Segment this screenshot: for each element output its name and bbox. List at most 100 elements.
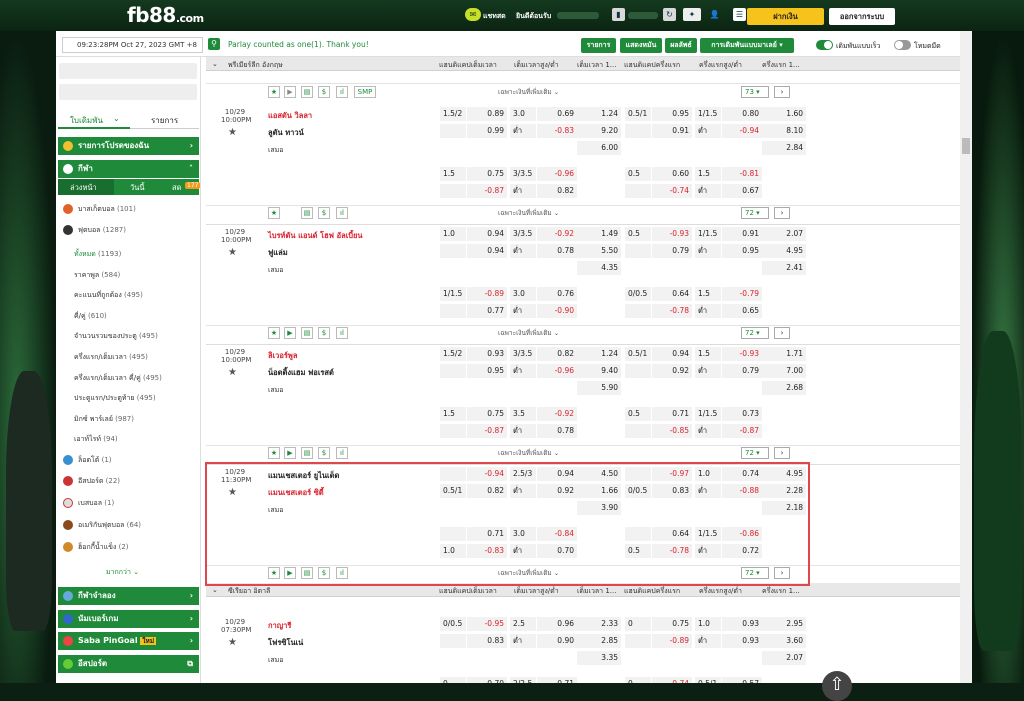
favorite-star-icon[interactable]: ★ xyxy=(228,127,237,138)
sidebar-sub-all[interactable]: ทั้งหมด (1193) xyxy=(74,249,121,260)
stats-icon[interactable]: ▤ xyxy=(301,207,313,219)
sidebar-item-football[interactable]: ฟุตบอล (1287) xyxy=(58,220,199,240)
odds-cell[interactable]: 1.0 xyxy=(440,227,466,241)
odds-cell[interactable]: 1.49 xyxy=(577,227,621,241)
collapse-icon[interactable]: ⌄ xyxy=(212,586,218,594)
sidebar-sub-total-goals[interactable]: จำนวนรวมของประตู (495) xyxy=(74,331,158,342)
fb88-logo[interactable]: fb88.com xyxy=(127,3,204,27)
more-sports-link[interactable]: มากกว่า ⌄ xyxy=(106,567,139,578)
odds-cell[interactable]: 0.65 xyxy=(722,304,762,318)
league-name[interactable]: พรีเมียร์ลีก อังกฤษ xyxy=(228,60,283,71)
quick-bet-toggle[interactable] xyxy=(816,40,833,50)
promo-icon[interactable]: ✦ xyxy=(683,8,701,21)
away-team[interactable]: โฟรซิโนเน่ xyxy=(268,637,303,649)
odds-cell[interactable]: 1.5 xyxy=(440,167,466,181)
odds-cell[interactable]: 0.67 xyxy=(722,184,762,198)
odds-cell[interactable]: 1.5 xyxy=(695,167,721,181)
odds-cell[interactable]: 7.00 xyxy=(762,364,806,378)
away-team[interactable]: น็อตติ้งแฮม ฟอเรสต์ xyxy=(268,367,334,379)
odds-cell[interactable]: 0.90 xyxy=(537,634,577,648)
odds-cell[interactable]: -0.81 xyxy=(722,167,762,181)
chart-icon[interactable]: ıl xyxy=(336,207,348,219)
chart-icon[interactable]: ıl xyxy=(336,447,348,459)
odds-cell[interactable]: 2.95 xyxy=(762,617,806,631)
sidebar-item-esports[interactable]: อีสปอร์ต (22) xyxy=(58,471,199,491)
odds-cell[interactable]: 2.33 xyxy=(577,617,621,631)
sidebar-sub-outright-pool[interactable]: ราคาพูล (584) xyxy=(74,270,120,281)
tab-early[interactable]: ล่วงหน้า xyxy=(58,179,114,195)
odds-cell[interactable]: 0.57 xyxy=(722,677,762,683)
tab-live[interactable]: สด xyxy=(172,182,181,194)
favorite-star-icon[interactable]: ★ xyxy=(228,247,237,258)
odds-cell[interactable]: 2.07 xyxy=(762,651,806,665)
scrollbar[interactable] xyxy=(960,31,972,683)
scroll-to-top-button[interactable]: ⇧ xyxy=(822,671,852,701)
away-team[interactable]: ฟูแล่ม xyxy=(268,247,288,259)
odds-cell[interactable]: 0.89 xyxy=(467,107,507,121)
odds-cell[interactable]: -0.79 xyxy=(722,287,762,301)
virtual-sports-row[interactable]: กีฬาจำลอง › xyxy=(58,587,199,605)
odds-cell[interactable]: 0.5 xyxy=(625,167,651,181)
odds-cell[interactable]: 0.76 xyxy=(537,287,577,301)
sidebar-sub-first-last-goal[interactable]: ประตูแรก/ประตูท้าย (495) xyxy=(74,393,156,404)
stats-icon[interactable]: ▤ xyxy=(301,327,313,339)
next-button[interactable]: › xyxy=(774,327,790,339)
wallet-icon[interactable]: ▮ xyxy=(612,8,625,21)
odds-cell[interactable]: -0.87 xyxy=(722,424,762,438)
odds-cell[interactable]: 0.78 xyxy=(537,244,577,258)
odds-cell[interactable]: 0.60 xyxy=(652,167,692,181)
odds-cell[interactable]: 0.75 xyxy=(652,617,692,631)
odds-cell[interactable]: 3.0 xyxy=(510,287,536,301)
statement-button[interactable]: แสดงหมัน xyxy=(620,38,662,53)
play-icon[interactable]: ▶ xyxy=(284,447,296,459)
market-count-select[interactable]: 73 ▾ xyxy=(741,86,769,98)
dollar-icon[interactable]: $ xyxy=(318,447,330,459)
star-icon[interactable]: ★ xyxy=(268,447,280,459)
my-favorites-row[interactable]: รายการโปรดของฉัน › xyxy=(58,137,199,155)
favorite-star-icon[interactable]: ★ xyxy=(228,367,237,378)
stats-icon[interactable]: ▤ xyxy=(301,447,313,459)
number-game-row[interactable]: นัมเบอร์เกม › xyxy=(58,610,199,628)
saba-pingoal-row[interactable]: Saba PinGoal ใหม่ › xyxy=(58,632,199,650)
odds-cell[interactable]: 0.71 xyxy=(652,407,692,421)
chart-icon[interactable]: ıl xyxy=(336,86,348,98)
odds-cell[interactable]: 0.91 xyxy=(652,124,692,138)
odds-cell[interactable]: 4.35 xyxy=(577,261,621,275)
user-icon[interactable]: 👤 xyxy=(708,8,721,21)
odds-cell[interactable]: 0.99 xyxy=(467,124,507,138)
odds-cell[interactable]: 9.40 xyxy=(577,364,621,378)
odds-cell[interactable]: 0.95 xyxy=(467,364,507,378)
next-button[interactable]: › xyxy=(774,207,790,219)
sidebar-item-baseball[interactable]: เบสบอล (1) xyxy=(58,493,199,513)
scrollbar-thumb[interactable] xyxy=(962,138,970,154)
odds-cell[interactable]: 0.93 xyxy=(722,617,762,631)
collapse-icon[interactable]: ⌄ xyxy=(212,60,218,68)
odds-cell[interactable]: 0.79 xyxy=(722,364,762,378)
market-count-select[interactable]: 72 ▾ xyxy=(741,447,769,459)
star-icon[interactable]: ★ xyxy=(268,86,280,98)
odds-cell[interactable]: 2.07 xyxy=(762,227,806,241)
stats-icon[interactable]: ▤ xyxy=(301,86,313,98)
play-icon[interactable]: ▶ xyxy=(284,86,296,98)
odds-cell[interactable]: 0.75 xyxy=(467,407,507,421)
menu-icon[interactable]: ☰ xyxy=(733,8,746,21)
odds-cell[interactable]: 0.95 xyxy=(722,244,762,258)
odds-cell[interactable]: 0.82 xyxy=(537,184,577,198)
sidebar-sub-ht-ft-odd-even[interactable]: ครึ่งแรก/เต็มเวลา คี่/คู่ (495) xyxy=(74,373,162,384)
odds-cell[interactable]: 0.71 xyxy=(537,677,577,683)
odds-cell[interactable]: -0.92 xyxy=(537,227,577,241)
list-tab[interactable]: รายการ xyxy=(151,114,178,127)
play-icon[interactable]: ▶ xyxy=(284,327,296,339)
odds-cell[interactable]: 0.64 xyxy=(652,287,692,301)
odds-cell[interactable]: 0.93 xyxy=(722,634,762,648)
odds-cell[interactable]: 0.5 xyxy=(625,407,651,421)
sidebar-sub-outright[interactable]: เอาท์ไรท์ (94) xyxy=(74,434,118,445)
odds-cell[interactable]: -0.96 xyxy=(537,167,577,181)
odds-cell[interactable]: 0.93 xyxy=(467,347,507,361)
odds-cell[interactable]: 3.35 xyxy=(577,651,621,665)
market-count-select[interactable]: 72 ▾ xyxy=(741,207,769,219)
odds-cell[interactable]: 3.0 xyxy=(510,107,536,121)
away-team[interactable]: ลูตัน ทาวน์ xyxy=(268,127,304,139)
odds-cell[interactable]: 1.71 xyxy=(762,347,806,361)
odds-cell[interactable]: 0.94 xyxy=(467,244,507,258)
